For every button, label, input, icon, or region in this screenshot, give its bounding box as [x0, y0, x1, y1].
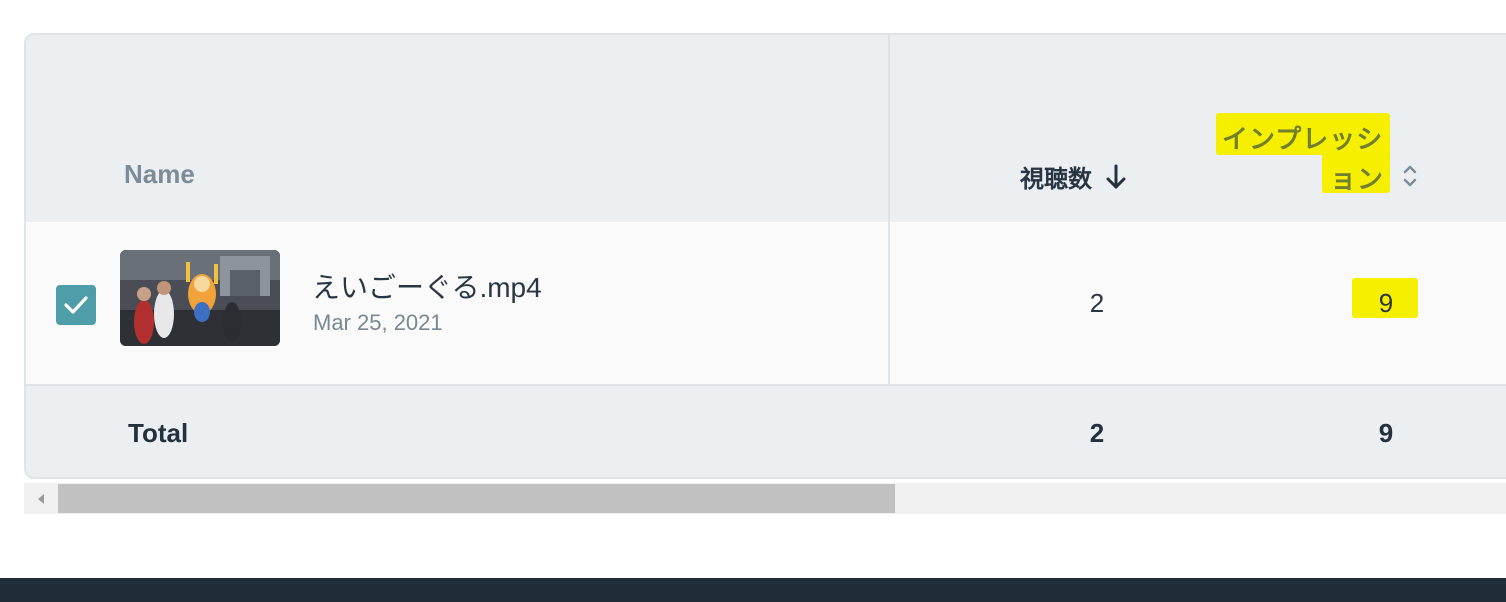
column-header-views[interactable]: 視聴数 [1020, 159, 1128, 194]
total-label: Total [128, 418, 189, 448]
column-header-impressions-label-line2: ョン [1330, 164, 1385, 194]
check-icon [64, 296, 88, 314]
video-file-name[interactable]: えいごーぐる.mp4 [312, 266, 542, 306]
page: Name 視聴数 インプレッシ ョン えいごーぐる.mp4 Mar 25, 20… [0, 0, 1506, 602]
sort-updown-icon [1403, 165, 1417, 187]
row-checkbox[interactable] [56, 285, 96, 325]
column-header-impressions-label-line1: インプレッシ [1222, 124, 1384, 154]
video-thumbnail[interactable] [120, 250, 280, 346]
horizontal-scrollbar[interactable] [24, 483, 1506, 514]
impressions-cell: 9 [1352, 278, 1420, 318]
footer-bar [0, 578, 1506, 602]
views-cell: 2 [1089, 288, 1105, 318]
video-thumbnail-image [120, 250, 280, 346]
column-header-name[interactable]: Name [124, 159, 195, 190]
column-header-views-label: 視聴数 [1020, 166, 1092, 193]
analytics-table: Name 視聴数 インプレッシ ョン えいごーぐる.mp4 Mar 25, 20… [24, 33, 1506, 479]
scrollbar-thumb[interactable] [58, 484, 895, 513]
chevron-left-icon[interactable] [34, 491, 48, 507]
column-header-impressions[interactable]: インプレッシ ョン [1216, 113, 1426, 197]
total-views: 2 [1089, 418, 1105, 448]
table-row[interactable]: えいごーぐる.mp4 Mar 25, 2021 2 9 [26, 222, 1506, 386]
arrow-down-icon [1106, 164, 1126, 188]
column-divider [888, 35, 890, 385]
table-header: Name 視聴数 インプレッシ ョン [26, 35, 1506, 224]
total-impressions: 9 [1378, 418, 1394, 448]
impressions-value: 9 [1378, 288, 1394, 318]
video-date: Mar 25, 2021 [313, 310, 443, 335]
table-total-row: Total 2 9 [26, 386, 1506, 477]
